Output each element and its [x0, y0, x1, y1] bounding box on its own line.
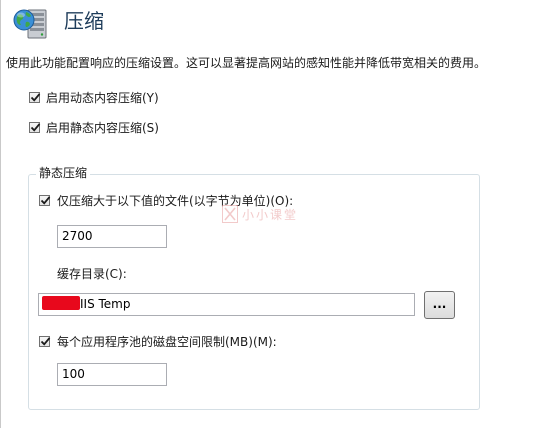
redaction-mark — [42, 296, 80, 310]
x-logo-icon — [222, 205, 238, 223]
dynamic-compression-label[interactable]: 启用动态内容压缩(Y) — [46, 90, 159, 106]
cache-dir-label: 缓存目录(C): — [57, 267, 127, 281]
dynamic-compression-checkbox[interactable] — [29, 92, 41, 103]
static-compression-checkbox[interactable] — [29, 122, 41, 133]
static-compression-label[interactable]: 启用静态内容压缩(S) — [46, 120, 159, 136]
disk-limit-checkbox[interactable] — [39, 336, 51, 347]
cache-dir-value: IIS Temp — [80, 297, 131, 311]
cache-dir-input[interactable]: IIS Temp — [38, 293, 415, 316]
page-description: 使用此功能配置响应的压缩设置。这可以显著提高网站的感知性能并降低带宽相关的费用。 — [6, 56, 487, 70]
checkmark-icon — [30, 123, 41, 132]
checkmark-icon — [30, 93, 41, 102]
watermark: 小小课堂 — [222, 204, 298, 224]
static-compression-group-title: 静态压缩 — [36, 165, 91, 181]
browse-button[interactable]: ... — [424, 291, 455, 319]
page-title: 压缩 — [64, 9, 104, 33]
min-size-input[interactable]: 2700 — [57, 225, 167, 248]
disk-limit-input[interactable]: 100 — [57, 363, 167, 386]
min-size-checkbox[interactable] — [39, 195, 51, 206]
page-left-border — [0, 0, 1, 428]
watermark-text: 小小课堂 — [242, 207, 299, 222]
checkmark-icon — [40, 196, 51, 205]
server-globe-icon — [12, 6, 50, 40]
checkmark-icon — [40, 337, 51, 346]
disk-limit-label[interactable]: 每个应用程序池的磁盘空间限制(MB)(M): — [57, 334, 277, 350]
